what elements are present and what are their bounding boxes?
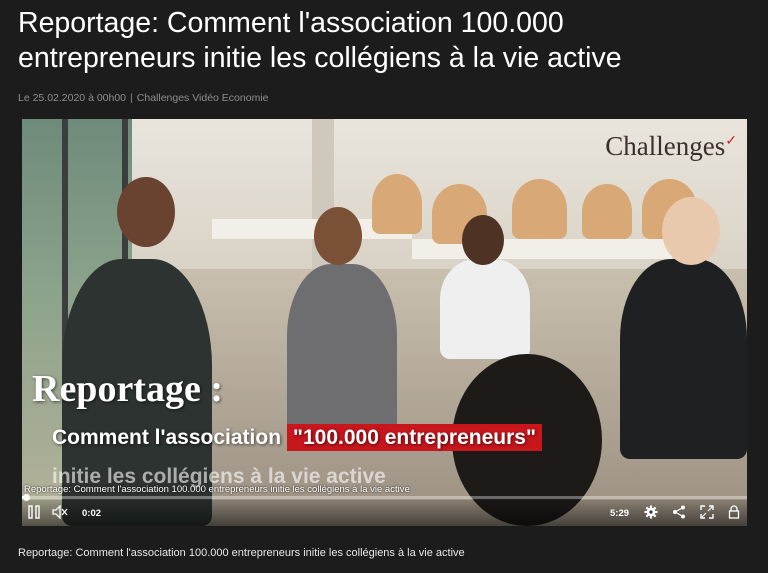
share-button[interactable] [672, 505, 686, 519]
meta-separator: | [130, 92, 133, 104]
challenges-logo: Challenges✓ [605, 131, 737, 162]
article-title: Reportage: Comment l'association 100.000… [18, 7, 622, 74]
scene-chair [582, 184, 632, 239]
scene-person-boy-head [314, 207, 362, 265]
article-meta: Le 25.02.2020 à 00h00 | Challenges Vidéo E… [18, 92, 269, 104]
publish-date: Le 25.02.2020 à 00h00 [18, 92, 127, 104]
overlay-subtitle: Comment l'association "100.000 entreprene… [52, 424, 542, 451]
logo-mark-icon: ✓ [725, 134, 737, 149]
share-icon [673, 505, 685, 519]
volume-muted-icon [52, 505, 68, 519]
scene-person-adult-head [117, 177, 175, 247]
lock-button[interactable] [728, 505, 740, 519]
duration: 5:29 [610, 508, 630, 519]
progress-bar[interactable] [22, 494, 747, 501]
scene-person-boy2-head [462, 215, 504, 265]
video-player[interactable]: Challenges✓ Reportage : Comment l'associ… [22, 119, 747, 526]
scene-person-boy [287, 264, 397, 444]
overlay-title: Reportage : [32, 368, 223, 410]
pause-button[interactable] [28, 505, 40, 519]
scene-person-teen-head [662, 197, 720, 265]
settings-button[interactable] [644, 505, 658, 519]
volume-button[interactable] [52, 505, 68, 519]
scene-person-boy2 [440, 259, 530, 359]
settings-icon [644, 505, 658, 519]
scene-chair [372, 174, 422, 234]
progress-knob[interactable] [23, 494, 31, 501]
fullscreen-icon [700, 505, 714, 519]
logo-text: Challenges [605, 131, 726, 161]
fullscreen-button[interactable] [700, 505, 714, 519]
overlay-subtitle-text: Comment l'association [52, 426, 282, 449]
video-caption: Reportage: Comment l'association 100.000… [18, 547, 465, 559]
overlay-highlight: "100.000 entrepreneurs" [287, 424, 542, 451]
player-controls: 0:02 5:29 [22, 494, 747, 526]
scene-chair [512, 179, 567, 239]
lock-icon [728, 505, 740, 519]
pause-icon [28, 505, 40, 519]
source-link[interactable]: Challenges Vidéo Economie [137, 92, 269, 104]
scene-person-teen [620, 259, 747, 459]
current-time: 0:02 [82, 508, 102, 519]
